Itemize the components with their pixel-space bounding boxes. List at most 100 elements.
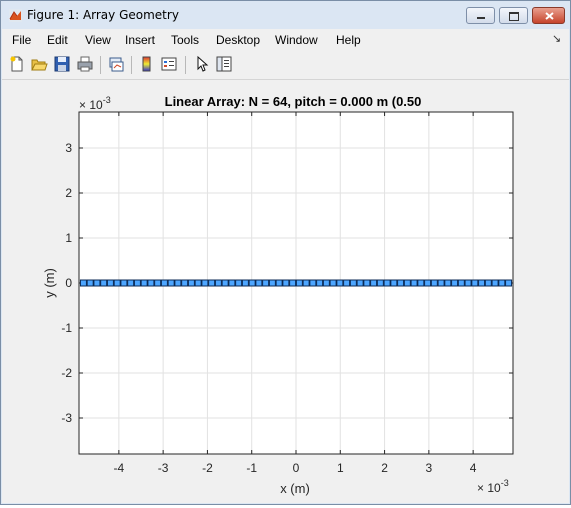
array-element-marker	[397, 279, 405, 287]
menu-file[interactable]: File	[12, 33, 31, 47]
array-element-marker	[147, 279, 155, 287]
array-element-marker	[214, 279, 222, 287]
x-tick-label: -2	[202, 461, 213, 475]
array-element-marker	[478, 279, 486, 287]
array-element-marker	[343, 279, 351, 287]
array-element-marker	[235, 279, 243, 287]
array-element-marker	[410, 279, 418, 287]
new-figure-icon[interactable]	[8, 55, 26, 73]
array-element-marker	[201, 279, 209, 287]
close-icon	[545, 12, 554, 20]
array-element-marker	[174, 279, 182, 287]
toolbar-separator	[131, 56, 132, 74]
x-exponent-label: × 10-3	[477, 478, 509, 495]
array-element-marker	[167, 279, 175, 287]
save-icon[interactable]	[53, 55, 71, 73]
plot-svg: -4 -3 -2 -1 0 1 2 3 4 -3 -2 -1 0 1 2 3 Linear Array: N =…	[42, 94, 514, 496]
array-element-marker	[262, 279, 270, 287]
property-editor-icon[interactable]	[215, 55, 233, 73]
array-element-marker	[113, 279, 121, 287]
array-element-marker	[336, 279, 344, 287]
array-element-marker	[309, 279, 317, 287]
array-element-marker	[316, 279, 324, 287]
link-plot-icon[interactable]	[107, 55, 125, 73]
array-element-marker	[106, 279, 114, 287]
array-element-marker	[275, 279, 283, 287]
chart-title: Linear Array: N = 64, pitch = 0.000 m (0…	[165, 94, 422, 109]
array-element-marker	[370, 279, 378, 287]
menu-edit[interactable]: Edit	[47, 33, 68, 47]
array-element-marker	[457, 279, 465, 287]
array-element-marker	[464, 279, 472, 287]
y-tick-label: -1	[61, 321, 72, 335]
array-element-marker	[424, 279, 432, 287]
toolbar-separator	[100, 56, 101, 74]
title-bar[interactable]: Figure 1: Array Geometry	[1, 1, 570, 29]
array-element-marker	[376, 279, 384, 287]
x-tick-label: -4	[114, 461, 125, 475]
x-tick-label: 4	[470, 461, 477, 475]
matlab-icon	[9, 9, 22, 22]
array-element-marker	[160, 279, 168, 287]
menu-desktop[interactable]: Desktop	[216, 33, 260, 47]
array-element-marker	[86, 279, 94, 287]
array-element-marker	[444, 279, 452, 287]
open-file-icon[interactable]	[30, 55, 48, 73]
y-tick-label: 1	[65, 231, 72, 245]
colorbar-icon[interactable]	[138, 55, 156, 73]
minimize-icon	[477, 17, 485, 19]
array-element-marker	[181, 279, 189, 287]
x-tick-label: 2	[381, 461, 388, 475]
array-element-marker	[302, 279, 310, 287]
array-element-marker	[383, 279, 391, 287]
menu-window[interactable]: Window	[275, 33, 318, 47]
array-element-marker	[133, 279, 141, 287]
print-icon[interactable]	[76, 55, 94, 73]
pointer-icon[interactable]	[193, 55, 211, 73]
array-element-marker	[120, 279, 128, 287]
x-tick-label: 0	[293, 461, 300, 475]
x-tick-label: -1	[246, 461, 257, 475]
close-button[interactable]	[532, 7, 565, 24]
array-element-marker	[289, 279, 297, 287]
y-tick-label: 2	[65, 186, 72, 200]
menu-dock-arrow-icon[interactable]: ↘	[552, 32, 561, 45]
array-element-marker	[437, 279, 445, 287]
minimize-button[interactable]	[466, 7, 495, 24]
array-element-marker	[255, 279, 263, 287]
array-element-marker	[187, 279, 195, 287]
y-tick-label: 0	[65, 276, 72, 290]
array-element-marker	[430, 279, 438, 287]
array-element-marker	[349, 279, 357, 287]
array-element-marker	[194, 279, 202, 287]
array-element-marker	[471, 279, 479, 287]
x-tick-label: 3	[426, 461, 433, 475]
array-element-marker	[505, 279, 513, 287]
menu-bar: File Edit View Insert Tools Desktop Wind…	[2, 29, 569, 50]
array-element-marker	[491, 279, 499, 287]
menu-tools[interactable]: Tools	[171, 33, 199, 47]
array-element-marker	[403, 279, 411, 287]
menu-insert[interactable]: Insert	[125, 33, 155, 47]
array-element-marker	[356, 279, 364, 287]
array-element-marker	[363, 279, 371, 287]
array-element-marker	[140, 279, 148, 287]
array-element-marker	[329, 279, 337, 287]
array-element-marker	[221, 279, 229, 287]
maximize-icon	[509, 12, 519, 21]
figure-canvas: -4 -3 -2 -1 0 1 2 3 4 -3 -2 -1 0 1 2 3 Linear Array: N =…	[2, 80, 569, 503]
array-element-marker	[228, 279, 236, 287]
array-element-marker	[295, 279, 303, 287]
array-element-marker	[241, 279, 249, 287]
array-element-marker	[127, 279, 135, 287]
array-element-marker	[498, 279, 506, 287]
array-element-marker	[451, 279, 459, 287]
y-tick-label: -2	[61, 366, 72, 380]
menu-view[interactable]: View	[85, 33, 111, 47]
array-element-marker	[154, 279, 162, 287]
legend-icon[interactable]	[160, 55, 178, 73]
array-element-marker	[417, 279, 425, 287]
y-axis-label: y (m)	[42, 268, 57, 298]
maximize-button[interactable]	[499, 7, 528, 24]
menu-help[interactable]: Help	[336, 33, 361, 47]
